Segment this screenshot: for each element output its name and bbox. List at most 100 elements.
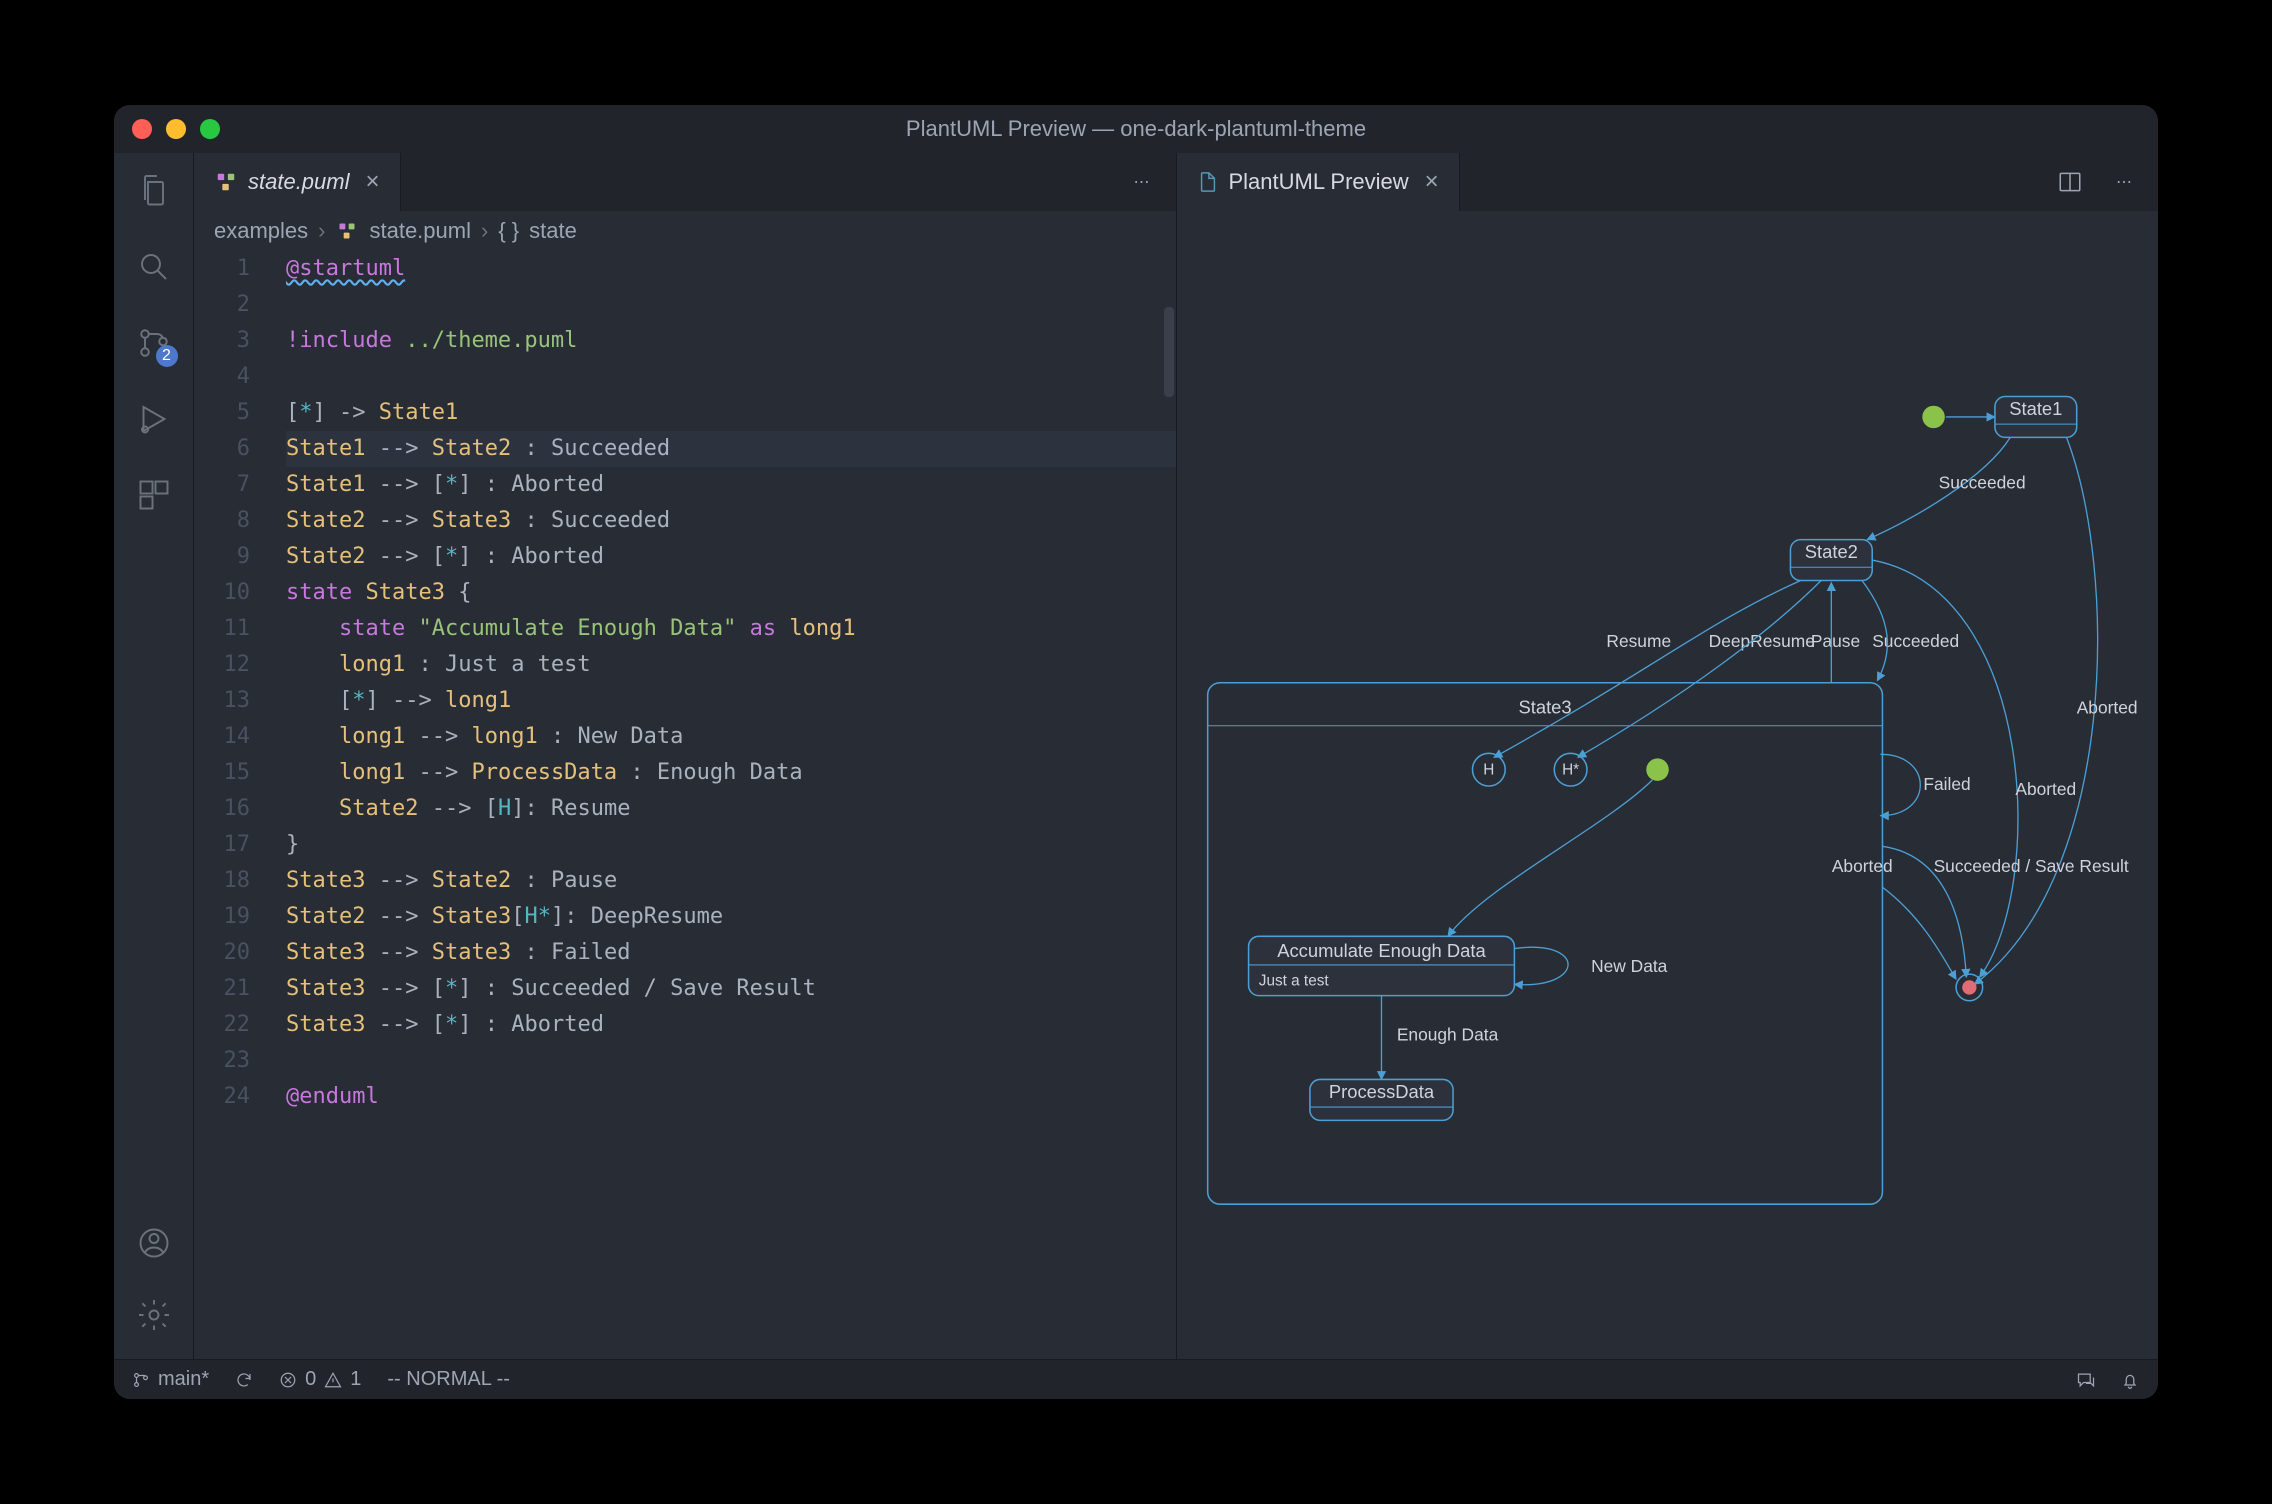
status-problems[interactable]: 0 1 bbox=[279, 1368, 361, 1391]
diagram-history-label: H bbox=[1483, 762, 1494, 779]
line-number: 20 bbox=[194, 935, 274, 971]
extensions-icon[interactable] bbox=[134, 475, 174, 515]
code-line[interactable]: State2 --> State3[H*]: DeepResume bbox=[286, 899, 1176, 935]
preview-file-icon bbox=[1197, 171, 1219, 193]
code-editor[interactable]: 123456789101112131415161718192021222324 … bbox=[194, 251, 1176, 1359]
editor-tab-label: state.puml bbox=[248, 169, 350, 195]
code-line[interactable]: State2 --> [H]: Resume bbox=[286, 791, 1176, 827]
window: PlantUML Preview — one-dark-plantuml-the… bbox=[114, 105, 2158, 1399]
line-number: 13 bbox=[194, 683, 274, 719]
code-content[interactable]: @startuml !include ../theme.puml [*] -> … bbox=[274, 251, 1176, 1359]
error-count: 0 bbox=[305, 1368, 316, 1391]
plantuml-preview[interactable]: State1 Succeeded Aborted State2 bbox=[1177, 211, 2159, 1359]
diagram-edge-label: Succeeded bbox=[1872, 631, 1959, 651]
line-number: 14 bbox=[194, 719, 274, 755]
explorer-icon[interactable] bbox=[134, 171, 174, 211]
traffic-lights bbox=[132, 119, 220, 139]
code-line[interactable]: State2 --> State3 : Succeeded bbox=[286, 503, 1176, 539]
code-line[interactable] bbox=[286, 1043, 1176, 1079]
diagram-processdata-label: ProcessData bbox=[1328, 1081, 1434, 1102]
breadcrumb-folder: examples bbox=[214, 218, 308, 244]
line-number: 8 bbox=[194, 503, 274, 539]
line-number: 24 bbox=[194, 1079, 274, 1115]
code-line[interactable]: [*] --> long1 bbox=[286, 683, 1176, 719]
chevron-right-icon: › bbox=[481, 218, 488, 244]
status-branch[interactable]: main* bbox=[132, 1368, 209, 1391]
code-line[interactable]: @startuml bbox=[286, 251, 1176, 287]
line-number: 19 bbox=[194, 899, 274, 935]
split-editor-icon[interactable] bbox=[2056, 168, 2084, 196]
minimap[interactable] bbox=[1158, 251, 1176, 1359]
close-tab-icon[interactable]: × bbox=[366, 168, 380, 196]
code-line[interactable]: state State3 { bbox=[286, 575, 1176, 611]
diagram-edge-label: Succeeded bbox=[1938, 473, 2025, 493]
more-actions-icon[interactable]: ⋯ bbox=[2110, 168, 2138, 196]
scm-badge: 2 bbox=[156, 345, 178, 367]
line-number: 16 bbox=[194, 791, 274, 827]
preview-tabbar: PlantUML Preview × ⋯ bbox=[1177, 153, 2159, 211]
code-line[interactable]: State3 --> State3 : Failed bbox=[286, 935, 1176, 971]
line-number-gutter: 123456789101112131415161718192021222324 bbox=[194, 251, 274, 1359]
code-line[interactable]: State1 --> State2 : Succeeded bbox=[286, 431, 1176, 467]
editor-area: state.puml × ⋯ examples › state.puml › { bbox=[194, 153, 2158, 1359]
diagram-state1-label: State1 bbox=[2009, 398, 2062, 419]
diagram-edge-label: New Data bbox=[1591, 956, 1668, 976]
code-line[interactable]: !include ../theme.puml bbox=[286, 323, 1176, 359]
run-debug-icon[interactable] bbox=[134, 399, 174, 439]
code-line[interactable]: [*] -> State1 bbox=[286, 395, 1176, 431]
code-line[interactable]: long1 --> ProcessData : Enough Data bbox=[286, 755, 1176, 791]
minimize-window-button[interactable] bbox=[166, 119, 186, 139]
status-sync[interactable] bbox=[235, 1371, 253, 1389]
preview-tab-label: PlantUML Preview bbox=[1229, 169, 1409, 195]
code-line[interactable]: } bbox=[286, 827, 1176, 863]
minimap-viewport[interactable] bbox=[1164, 307, 1174, 397]
maximize-window-button[interactable] bbox=[200, 119, 220, 139]
code-line[interactable]: long1 : Just a test bbox=[286, 647, 1176, 683]
diagram-edge-label: Pause bbox=[1810, 631, 1859, 651]
status-feedback-icon[interactable] bbox=[2076, 1370, 2096, 1390]
statusbar: main* 0 1 -- NORMAL -- bbox=[114, 1359, 2158, 1399]
settings-gear-icon[interactable] bbox=[134, 1295, 174, 1335]
code-line[interactable]: @enduml bbox=[286, 1079, 1176, 1115]
preview-tab[interactable]: PlantUML Preview × bbox=[1177, 153, 1460, 211]
diagram-edge-label: Succeeded / Save Result bbox=[1933, 856, 2128, 876]
line-number: 5 bbox=[194, 395, 274, 431]
diagram-long1-sub: Just a test bbox=[1258, 972, 1329, 989]
code-line[interactable]: state "Accumulate Enough Data" as long1 bbox=[286, 611, 1176, 647]
line-number: 23 bbox=[194, 1043, 274, 1079]
breadcrumbs[interactable]: examples › state.puml › { } state bbox=[194, 211, 1176, 251]
line-number: 11 bbox=[194, 611, 274, 647]
code-line[interactable] bbox=[286, 287, 1176, 323]
editor-tab[interactable]: state.puml × bbox=[194, 153, 401, 211]
line-number: 10 bbox=[194, 575, 274, 611]
code-line[interactable]: State3 --> State2 : Pause bbox=[286, 863, 1176, 899]
accounts-icon[interactable] bbox=[134, 1223, 174, 1263]
preview-tab-actions: ⋯ bbox=[2036, 153, 2158, 211]
line-number: 21 bbox=[194, 971, 274, 1007]
main-area: 2 bbox=[114, 153, 2158, 1359]
code-line[interactable] bbox=[286, 359, 1176, 395]
warning-count: 1 bbox=[350, 1368, 361, 1391]
diagram-initial-state bbox=[1922, 406, 1944, 428]
diagram-edge-label: Resume bbox=[1606, 631, 1671, 651]
line-number: 17 bbox=[194, 827, 274, 863]
code-line[interactable]: State2 --> [*] : Aborted bbox=[286, 539, 1176, 575]
code-line[interactable]: State3 --> [*] : Succeeded / Save Result bbox=[286, 971, 1176, 1007]
window-title: PlantUML Preview — one-dark-plantuml-the… bbox=[906, 116, 1366, 142]
plantuml-file-icon bbox=[214, 170, 238, 194]
branch-name: main* bbox=[158, 1368, 209, 1391]
code-line[interactable]: State1 --> [*] : Aborted bbox=[286, 467, 1176, 503]
code-line[interactable]: State3 --> [*] : Aborted bbox=[286, 1007, 1176, 1043]
line-number: 22 bbox=[194, 1007, 274, 1043]
plantuml-file-icon bbox=[335, 219, 359, 243]
more-actions-icon[interactable]: ⋯ bbox=[1128, 168, 1156, 196]
source-control-icon[interactable]: 2 bbox=[134, 323, 174, 363]
diagram-edge-label: Aborted bbox=[2076, 697, 2137, 717]
line-number: 9 bbox=[194, 539, 274, 575]
editor-tab-actions: ⋯ bbox=[1108, 153, 1176, 211]
search-icon[interactable] bbox=[134, 247, 174, 287]
code-line[interactable]: long1 --> long1 : New Data bbox=[286, 719, 1176, 755]
close-window-button[interactable] bbox=[132, 119, 152, 139]
status-bell-icon[interactable] bbox=[2120, 1370, 2140, 1390]
close-tab-icon[interactable]: × bbox=[1425, 168, 1439, 196]
